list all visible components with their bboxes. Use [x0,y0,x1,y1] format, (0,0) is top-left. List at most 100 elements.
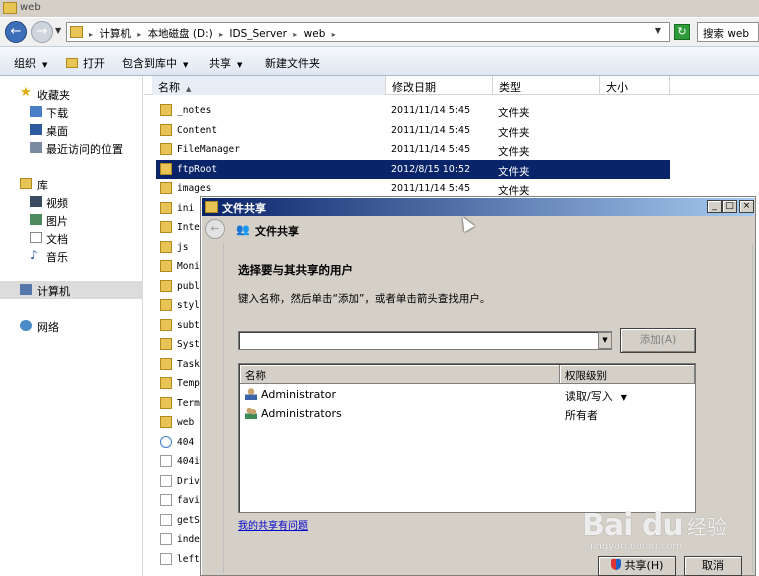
nav-computer[interactable]: 计算机 [0,281,143,299]
folder-icon [160,279,172,292]
file-type: 文件夹 [498,146,530,158]
column-header-name[interactable]: 名称 ▲ [152,76,386,95]
nav-label: 库 [37,179,48,192]
file-icon [160,513,172,526]
file-name: web [177,417,195,428]
dialog-prompt: 选择要与其共享的用户 [238,263,353,277]
nav-label: 下载 [46,107,68,120]
dialog-back-button[interactable]: ← [205,219,225,239]
file-icon [160,494,172,506]
column-header-date[interactable]: 修改日期 [386,76,493,95]
file-name: favi [177,495,200,506]
table-row[interactable]: FileManager 2011/11/14 5:45 文件夹 [156,140,670,159]
open-button[interactable]: 打开 [66,55,105,71]
chevron-down-icon: ▼ [42,61,48,69]
organize-button[interactable]: 组织 ▼ [14,55,47,71]
search-input[interactable]: 搜索 web [697,22,759,42]
user-name-input[interactable] [238,331,612,350]
user-dropdown-arrow-icon[interactable]: ▼ [598,332,612,349]
permission-level: 读取/写入 [565,390,613,403]
back-button[interactable]: ← [5,21,27,43]
file-name: inde [177,534,200,545]
nav-videos[interactable]: 视频 [0,193,143,211]
nav-pictures[interactable]: 图片 [0,211,143,229]
folder-icon [160,260,172,272]
cancel-button[interactable]: 取消 [684,556,742,576]
table-row[interactable]: Administrators 所有者 [241,404,693,423]
close-button[interactable]: × [739,200,754,213]
table-row[interactable]: Administrator 读取/写入 ▼ [241,385,693,404]
new-folder-button[interactable]: 新建文件夹 [265,55,320,71]
dialog-titlebar[interactable]: 文件共享 _ □ × [202,198,754,216]
nav-desktop[interactable]: 桌面 [0,121,143,139]
file-name: 404i [177,456,200,467]
nav-documents[interactable]: 文档 [0,229,143,247]
nav-label: 视频 [46,197,68,210]
chevron-down-icon: ▼ [237,61,243,69]
include-in-library-button[interactable]: 包含到库中 ▼ [122,55,188,71]
breadcrumb-computer[interactable]: 计算机 [99,28,131,40]
refresh-button[interactable]: ↻ [674,24,690,40]
nav-libraries[interactable]: 库 [0,175,143,193]
forward-button[interactable]: → [31,21,53,43]
address-dropdown-icon[interactable]: ▼ [655,26,661,35]
folder-icon [160,201,172,214]
nav-music[interactable]: ♪ 音乐 [0,247,143,265]
file-icon [160,455,172,467]
file-name: getS [177,514,200,526]
add-button[interactable]: 添加(A) [620,328,696,353]
maximize-button[interactable]: □ [722,200,737,213]
folder-icon [160,123,172,136]
nav-favorites[interactable]: ★ 收藏夹 [0,85,143,103]
breadcrumb: ▸ 计算机 ▸ 本地磁盘 (D:) ▸ IDS_Server ▸ web ▸ [89,26,339,41]
permissions-table: 名称 权限级别 Administrator 读取/写入 ▼ Administrat… [238,363,696,513]
breadcrumb-chevron-icon[interactable]: ▸ [219,30,223,39]
nav-label: 最近访问的位置 [46,143,123,156]
breadcrumb-drive[interactable]: 本地磁盘 (D:) [148,28,213,40]
share-menu-button[interactable]: 共享 ▼ [209,55,242,71]
breadcrumb-chevron-icon[interactable]: ▸ [332,30,336,39]
table-row[interactable]: _notes 2011/11/14 5:45 文件夹 [156,101,670,120]
file-name: publ [177,280,200,292]
nav-label: 收藏夹 [37,89,70,102]
file-date: 2011/11/14 5:45 [391,105,471,116]
breadcrumb-chevron-icon[interactable]: ▸ [137,30,141,39]
group-icon [245,407,257,419]
breadcrumb-ids-server[interactable]: IDS_Server [229,28,287,40]
nav-downloads[interactable]: 下载 [0,103,143,121]
file-type: 文件夹 [498,107,530,119]
permission-level-dropdown[interactable]: 读取/写入 ▼ [565,388,627,404]
table-row[interactable]: ftpRoot 2012/8/15 10:52 文件夹 [156,159,670,179]
folder-icon [205,201,218,213]
computer-icon [20,284,32,295]
file-type: 文件夹 [498,165,530,178]
column-header-size[interactable]: 大小 [600,76,670,95]
folder-icon [160,318,172,331]
nav-recent[interactable]: 最近访问的位置 [0,139,143,157]
minimize-button[interactable]: _ [707,200,722,213]
share-button[interactable]: 共享(H) [598,556,676,576]
file-name: Inte [177,222,200,233]
watermark-sub: 经验 [687,515,727,539]
folder-icon [160,396,172,409]
nav-network[interactable]: 网络 [0,317,143,335]
file-name: Syst [177,339,200,350]
sharing-help-link[interactable]: 我的共享有问题 [238,517,308,532]
file-name: Term [177,397,200,409]
address-bar[interactable]: ▸ 计算机 ▸ 本地磁盘 (D:) ▸ IDS_Server ▸ web ▸ ▼ [66,22,670,42]
file-name: Temp [177,378,200,389]
folder-icon [66,58,78,68]
column-header-type[interactable]: 类型 [493,76,600,95]
user-name: Administrator [261,388,336,401]
column-header-user-name[interactable]: 名称 [240,365,560,383]
recent-pages-chevron-icon[interactable]: ▼ [55,26,61,35]
breadcrumb-web[interactable]: web [304,28,326,40]
folder-icon [160,162,172,175]
file-type: 文件夹 [498,126,530,139]
column-header-permission[interactable]: 权限级别 [560,365,695,383]
breadcrumb-chevron-icon[interactable]: ▸ [293,30,297,39]
library-icon [20,178,32,189]
table-row[interactable]: Content 2011/11/14 5:45 文件夹 [156,121,670,140]
file-date: 2011/11/14 5:45 [391,124,471,136]
breadcrumb-chevron-icon[interactable]: ▸ [89,30,93,39]
